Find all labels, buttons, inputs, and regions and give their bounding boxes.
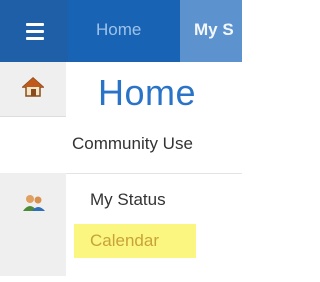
hamburger-menu-icon-line: [26, 37, 44, 40]
menu-item-my-status[interactable]: My Status: [90, 190, 166, 210]
community-use-label: Community Use: [72, 134, 193, 153]
house-icon: [22, 76, 44, 98]
divider: [66, 173, 242, 174]
sidebar-item-home[interactable]: [0, 62, 66, 117]
tab-my-s-label: My S: [194, 20, 234, 39]
hamburger-menu-icon: [26, 23, 44, 26]
community-use-row[interactable]: Community Use: [0, 117, 242, 173]
tab-my-s[interactable]: My S: [180, 0, 242, 62]
menu-button[interactable]: [0, 0, 68, 62]
tab-home[interactable]: Home: [84, 0, 172, 62]
hamburger-menu-icon-line: [26, 30, 44, 33]
page-title: Home: [98, 72, 197, 113]
people-icon: [22, 193, 46, 213]
top-nav-bar: Home My S: [0, 0, 242, 62]
menu-item-calendar[interactable]: Calendar: [90, 231, 159, 251]
tab-home-label: Home: [96, 20, 142, 39]
menu-item-partial: [90, 262, 95, 282]
sidebar-item-people[interactable]: [0, 173, 66, 276]
